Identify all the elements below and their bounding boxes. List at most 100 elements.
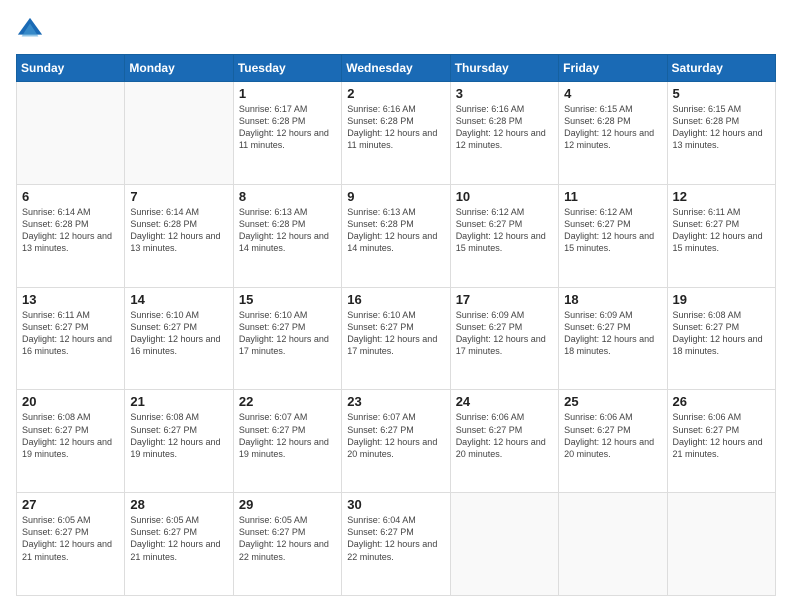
weekday-header-tuesday: Tuesday xyxy=(233,55,341,82)
day-number: 4 xyxy=(564,86,661,101)
day-info: Sunrise: 6:08 AM Sunset: 6:27 PM Dayligh… xyxy=(130,411,227,460)
day-number: 30 xyxy=(347,497,444,512)
weekday-header-sunday: Sunday xyxy=(17,55,125,82)
calendar-cell: 7 Sunrise: 6:14 AM Sunset: 6:28 PM Daylig… xyxy=(125,184,233,287)
day-info: Sunrise: 6:12 AM Sunset: 6:27 PM Dayligh… xyxy=(456,206,553,255)
calendar-cell: 27 Sunrise: 6:05 AM Sunset: 6:27 PM Dayli… xyxy=(17,493,125,596)
day-info: Sunrise: 6:16 AM Sunset: 6:28 PM Dayligh… xyxy=(347,103,444,152)
day-number: 1 xyxy=(239,86,336,101)
day-info: Sunrise: 6:17 AM Sunset: 6:28 PM Dayligh… xyxy=(239,103,336,152)
day-info: Sunrise: 6:10 AM Sunset: 6:27 PM Dayligh… xyxy=(347,309,444,358)
day-number: 12 xyxy=(673,189,770,204)
calendar-cell: 29Sunrise: 6:05 AM Sunset: 6:27 PM Dayli… xyxy=(233,493,341,596)
day-number: 3 xyxy=(456,86,553,101)
day-number: 5 xyxy=(673,86,770,101)
header xyxy=(16,16,776,44)
calendar-cell: 2 Sunrise: 6:16 AM Sunset: 6:28 PM Daylig… xyxy=(342,82,450,185)
weekday-header-row: SundayMondayTuesdayWednesdayThursdayFrid… xyxy=(17,55,776,82)
week-row-4: 20 Sunrise: 6:08 AM Sunset: 6:27 PM Dayli… xyxy=(17,390,776,493)
day-info: Sunrise: 6:11 AM Sunset: 6:27 PM Dayligh… xyxy=(22,309,119,358)
calendar-cell: 17 Sunrise: 6:09 AM Sunset: 6:27 PM Dayli… xyxy=(450,287,558,390)
day-number: 27 xyxy=(22,497,119,512)
day-number: 6 xyxy=(22,189,119,204)
calendar-cell: 11 Sunrise: 6:12 AM Sunset: 6:27 PM Dayli… xyxy=(559,184,667,287)
day-number: 14 xyxy=(130,292,227,307)
calendar-table: SundayMondayTuesdayWednesdayThursdayFrid… xyxy=(16,54,776,596)
day-info: Sunrise: 6:12 AM Sunset: 6:27 PM Dayligh… xyxy=(564,206,661,255)
day-info: Sunrise: 6:11 AM Sunset: 6:27 PM Dayligh… xyxy=(673,206,770,255)
week-row-1: 1 Sunrise: 6:17 AM Sunset: 6:28 PM Daylig… xyxy=(17,82,776,185)
page: SundayMondayTuesdayWednesdayThursdayFrid… xyxy=(0,0,792,612)
logo-icon xyxy=(16,16,44,44)
calendar-cell: 8 Sunrise: 6:13 AM Sunset: 6:28 PM Daylig… xyxy=(233,184,341,287)
day-number: 26 xyxy=(673,394,770,409)
day-info: Sunrise: 6:07 AM Sunset: 6:27 PM Dayligh… xyxy=(347,411,444,460)
calendar-cell: 13 Sunrise: 6:11 AM Sunset: 6:27 PM Dayli… xyxy=(17,287,125,390)
calendar-cell: 21 Sunrise: 6:08 AM Sunset: 6:27 PM Dayli… xyxy=(125,390,233,493)
day-number: 24 xyxy=(456,394,553,409)
day-number: 13 xyxy=(22,292,119,307)
day-info: Sunrise: 6:14 AM Sunset: 6:28 PM Dayligh… xyxy=(130,206,227,255)
day-info: Sunrise: 6:15 AM Sunset: 6:28 PM Dayligh… xyxy=(564,103,661,152)
calendar-cell: 23 Sunrise: 6:07 AM Sunset: 6:27 PM Dayli… xyxy=(342,390,450,493)
day-number: 25 xyxy=(564,394,661,409)
day-info: Sunrise: 6:16 AM Sunset: 6:28 PM Dayligh… xyxy=(456,103,553,152)
calendar-cell: 19 Sunrise: 6:08 AM Sunset: 6:27 PM Dayli… xyxy=(667,287,775,390)
day-info: Sunrise: 6:15 AM Sunset: 6:28 PM Dayligh… xyxy=(673,103,770,152)
day-info: Sunrise: 6:09 AM Sunset: 6:27 PM Dayligh… xyxy=(564,309,661,358)
day-info: Sunrise: 6:09 AM Sunset: 6:27 PM Dayligh… xyxy=(456,309,553,358)
day-number: 16 xyxy=(347,292,444,307)
calendar-cell: 14 Sunrise: 6:10 AM Sunset: 6:27 PM Dayli… xyxy=(125,287,233,390)
day-number: 29 xyxy=(239,497,336,512)
calendar-cell: 16 Sunrise: 6:10 AM Sunset: 6:27 PM Dayli… xyxy=(342,287,450,390)
day-number: 10 xyxy=(456,189,553,204)
day-number: 20 xyxy=(22,394,119,409)
calendar-cell xyxy=(17,82,125,185)
day-info: Sunrise: 6:10 AM Sunset: 6:27 PM Dayligh… xyxy=(239,309,336,358)
day-info: Sunrise: 6:05 AM Sunset: 6:27 PM Dayligh… xyxy=(22,514,119,563)
weekday-header-wednesday: Wednesday xyxy=(342,55,450,82)
day-number: 11 xyxy=(564,189,661,204)
day-info: Sunrise: 6:05 AM Sunset: 6:27 PM Dayligh… xyxy=(130,514,227,563)
day-number: 7 xyxy=(130,189,227,204)
day-info: Sunrise: 6:10 AM Sunset: 6:27 PM Dayligh… xyxy=(130,309,227,358)
day-number: 18 xyxy=(564,292,661,307)
day-number: 21 xyxy=(130,394,227,409)
calendar-cell: 5 Sunrise: 6:15 AM Sunset: 6:28 PM Daylig… xyxy=(667,82,775,185)
calendar-cell: 25Sunrise: 6:06 AM Sunset: 6:27 PM Dayli… xyxy=(559,390,667,493)
day-number: 19 xyxy=(673,292,770,307)
day-number: 15 xyxy=(239,292,336,307)
weekday-header-monday: Monday xyxy=(125,55,233,82)
day-info: Sunrise: 6:13 AM Sunset: 6:28 PM Dayligh… xyxy=(239,206,336,255)
calendar-cell: 4 Sunrise: 6:15 AM Sunset: 6:28 PM Daylig… xyxy=(559,82,667,185)
calendar-cell: 12 Sunrise: 6:11 AM Sunset: 6:27 PM Dayli… xyxy=(667,184,775,287)
day-number: 23 xyxy=(347,394,444,409)
calendar-cell xyxy=(667,493,775,596)
day-number: 9 xyxy=(347,189,444,204)
calendar-cell: 10 Sunrise: 6:12 AM Sunset: 6:27 PM Dayli… xyxy=(450,184,558,287)
calendar-cell: 30 Sunrise: 6:04 AM Sunset: 6:27 PM Dayli… xyxy=(342,493,450,596)
weekday-header-saturday: Saturday xyxy=(667,55,775,82)
day-info: Sunrise: 6:08 AM Sunset: 6:27 PM Dayligh… xyxy=(673,309,770,358)
day-info: Sunrise: 6:06 AM Sunset: 6:27 PM Dayligh… xyxy=(456,411,553,460)
calendar-cell: 3 Sunrise: 6:16 AM Sunset: 6:28 PM Daylig… xyxy=(450,82,558,185)
day-number: 2 xyxy=(347,86,444,101)
day-number: 8 xyxy=(239,189,336,204)
day-info: Sunrise: 6:14 AM Sunset: 6:28 PM Dayligh… xyxy=(22,206,119,255)
day-info: Sunrise: 6:08 AM Sunset: 6:27 PM Dayligh… xyxy=(22,411,119,460)
weekday-header-thursday: Thursday xyxy=(450,55,558,82)
week-row-3: 13 Sunrise: 6:11 AM Sunset: 6:27 PM Dayli… xyxy=(17,287,776,390)
day-info: Sunrise: 6:04 AM Sunset: 6:27 PM Dayligh… xyxy=(347,514,444,563)
calendar-cell xyxy=(125,82,233,185)
day-number: 17 xyxy=(456,292,553,307)
day-info: Sunrise: 6:06 AM Sunset: 6:27 PM Dayligh… xyxy=(673,411,770,460)
calendar-cell: 24 Sunrise: 6:06 AM Sunset: 6:27 PM Dayli… xyxy=(450,390,558,493)
calendar-cell: 26 Sunrise: 6:06 AM Sunset: 6:27 PM Dayli… xyxy=(667,390,775,493)
logo xyxy=(16,16,50,44)
day-number: 22 xyxy=(239,394,336,409)
calendar-cell: 22Sunrise: 6:07 AM Sunset: 6:27 PM Dayli… xyxy=(233,390,341,493)
calendar-cell: 9Sunrise: 6:13 AM Sunset: 6:28 PM Daylig… xyxy=(342,184,450,287)
week-row-5: 27 Sunrise: 6:05 AM Sunset: 6:27 PM Dayli… xyxy=(17,493,776,596)
calendar-cell: 28Sunrise: 6:05 AM Sunset: 6:27 PM Dayli… xyxy=(125,493,233,596)
calendar-cell: 20 Sunrise: 6:08 AM Sunset: 6:27 PM Dayli… xyxy=(17,390,125,493)
